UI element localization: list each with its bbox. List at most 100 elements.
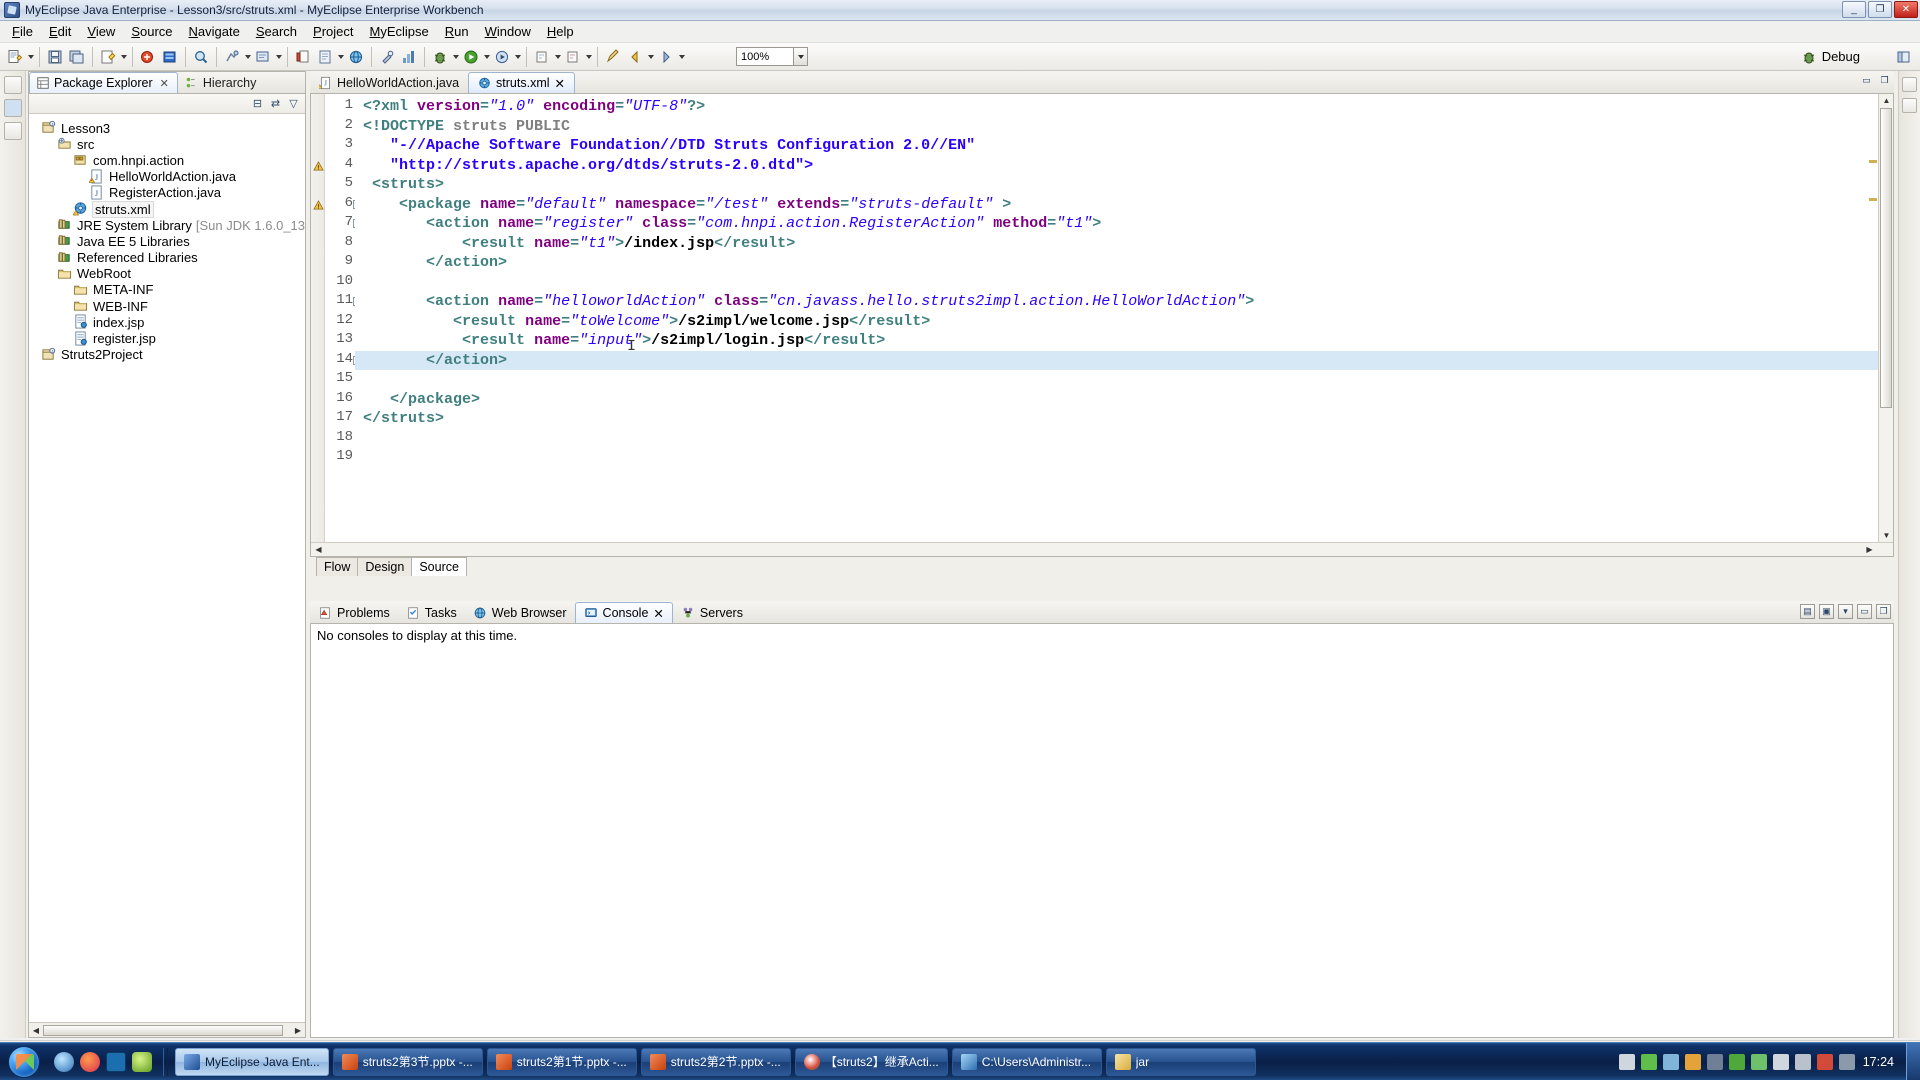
- code-line[interactable]: <action name="register" class="com.hnpi.…: [363, 214, 1101, 234]
- scroll-right-icon[interactable]: ▶: [291, 1024, 305, 1037]
- code-line[interactable]: <result name="t1">/index.jsp</result>: [363, 234, 795, 254]
- menu-file[interactable]: File: [4, 22, 41, 41]
- code-line[interactable]: "http://struts.apache.org/dtds/struts-2.…: [363, 156, 813, 176]
- scroll-up-icon[interactable]: ▲: [1879, 94, 1893, 107]
- last-edit-location-icon[interactable]: [602, 46, 624, 68]
- back-icon[interactable]: [624, 46, 646, 68]
- menu-navigate[interactable]: Navigate: [181, 22, 248, 41]
- code-line[interactable]: </struts>: [363, 409, 444, 429]
- zoom-level-input[interactable]: 100%: [736, 47, 794, 66]
- editor-horizontal-scrollbar[interactable]: ◀ ▶: [311, 542, 1893, 556]
- menu-edit[interactable]: Edit: [41, 22, 79, 41]
- menu-source[interactable]: Source: [123, 22, 180, 41]
- battery-icon[interactable]: [1640, 1053, 1657, 1070]
- next-annotation-dropdown-icon[interactable]: [553, 46, 562, 68]
- internet-explorer-icon[interactable]: [54, 1051, 74, 1072]
- tree-item-index-jsp[interactable]: index.jsp: [29, 314, 305, 330]
- photoshop-icon[interactable]: [106, 1051, 126, 1072]
- open-type-dropdown-icon[interactable]: [243, 46, 252, 68]
- minimize-button[interactable]: _: [1842, 1, 1866, 18]
- display-selected-console-icon[interactable]: ▣: [1819, 604, 1834, 619]
- forward-icon[interactable]: [655, 46, 677, 68]
- close-icon[interactable]: ✕: [555, 76, 565, 91]
- previous-annotation-dropdown-icon[interactable]: [584, 46, 593, 68]
- link-with-editor-icon[interactable]: ⇄: [268, 96, 283, 111]
- debug-run-icon[interactable]: [429, 46, 451, 68]
- tree-item-referenced-libraries[interactable]: Referenced Libraries: [29, 250, 305, 266]
- db-dropdown-icon[interactable]: [336, 46, 345, 68]
- outline-view-icon[interactable]: [1902, 77, 1917, 92]
- run-as-dropdown-icon[interactable]: [513, 46, 522, 68]
- build-icon[interactable]: [292, 46, 314, 68]
- taskbar-item[interactable]: struts2第1节.pptx -...: [486, 1047, 637, 1076]
- debug-dropdown-icon[interactable]: [451, 46, 460, 68]
- editor-tab-helloworldaction[interactable]: J HelloWorldAction.java: [310, 72, 468, 93]
- code-line[interactable]: <struts>: [363, 175, 444, 195]
- new-wizard-dropdown-icon[interactable]: [26, 46, 35, 68]
- console-tab-console[interactable]: Console ✕: [574, 602, 673, 623]
- open-console-icon[interactable]: ▤: [1800, 604, 1815, 619]
- maximize-console-icon[interactable]: ❐: [1876, 604, 1891, 619]
- perspective-switcher[interactable]: [1896, 49, 1912, 65]
- console-tab-problems[interactable]: Problems: [310, 602, 398, 623]
- input-method-icon[interactable]: [1838, 1053, 1855, 1070]
- tab-package-explorer[interactable]: Package Explorer ✕: [29, 72, 178, 93]
- editor-tab-struts-xml[interactable]: struts.xml ✕: [468, 72, 576, 93]
- menu-myeclipse[interactable]: MyEclipse: [362, 22, 437, 41]
- debug-perspective-button[interactable]: Debug: [1801, 49, 1860, 65]
- new-project-icon[interactable]: [97, 46, 119, 68]
- tree-item-struts-xml[interactable]: struts.xml: [29, 200, 305, 218]
- tab-hierarchy[interactable]: Hierarchy: [178, 72, 266, 93]
- new-wizard-icon[interactable]: [4, 46, 26, 68]
- run-dropdown-icon[interactable]: [482, 46, 491, 68]
- save-icon[interactable]: [44, 46, 66, 68]
- profile-icon[interactable]: [398, 46, 420, 68]
- history-dropdown-icon[interactable]: [274, 46, 283, 68]
- run-icon[interactable]: [460, 46, 482, 68]
- console-tab-servers[interactable]: Servers: [673, 602, 751, 623]
- pin-console-icon[interactable]: ▾: [1838, 604, 1853, 619]
- volume-icon[interactable]: [1772, 1053, 1789, 1070]
- taskbar-item[interactable]: jar: [1105, 1047, 1256, 1076]
- outline-fastview-icon[interactable]: [3, 122, 22, 140]
- scroll-left-icon[interactable]: ◀: [29, 1024, 43, 1037]
- taskbar-item[interactable]: 【struts2】继承Acti...: [794, 1047, 948, 1076]
- taskbar-item[interactable]: struts2第2节.pptx -...: [640, 1047, 791, 1076]
- editor-code-area[interactable]: I <?xml version="1.0" encoding="UTF-8"?>…: [355, 94, 1893, 556]
- menu-run[interactable]: Run: [437, 22, 477, 41]
- tree-item-register-jsp[interactable]: register.jsp: [29, 330, 305, 346]
- deploy-icon[interactable]: [137, 46, 159, 68]
- code-line[interactable]: <result name="input">/s2impl/login.jsp</…: [363, 331, 885, 351]
- restore-view-icon[interactable]: [3, 76, 22, 94]
- zoom-dropdown-icon[interactable]: [794, 47, 808, 66]
- editor-page-tab-source[interactable]: Source: [411, 557, 467, 576]
- editor-annotation-ruler[interactable]: [311, 94, 325, 556]
- previous-annotation-icon[interactable]: [562, 46, 584, 68]
- taskbar-item[interactable]: struts2第3节.pptx -...: [332, 1047, 483, 1076]
- scroll-down-icon[interactable]: ▼: [1879, 529, 1893, 542]
- network-icon[interactable]: [1706, 1053, 1723, 1070]
- code-line[interactable]: </package>: [363, 390, 480, 410]
- server-icon[interactable]: [159, 46, 181, 68]
- menu-window[interactable]: Window: [477, 22, 539, 41]
- update-icon[interactable]: [1728, 1053, 1745, 1070]
- scroll-left-icon[interactable]: ◀: [311, 543, 326, 556]
- run-as-icon[interactable]: [491, 46, 513, 68]
- menu-search[interactable]: Search: [248, 22, 305, 41]
- new-project-dropdown-icon[interactable]: [119, 46, 128, 68]
- tree-item-helloworldaction-java[interactable]: J HelloWorldAction.java: [29, 169, 305, 185]
- close-icon[interactable]: ✕: [653, 606, 663, 621]
- snippets-view-icon[interactable]: [1902, 98, 1917, 113]
- keyboard-icon[interactable]: [1618, 1053, 1635, 1070]
- tree-item-src[interactable]: src: [29, 136, 305, 152]
- tree-item-struts2project[interactable]: J Struts2Project: [29, 347, 305, 363]
- tree-item-lesson3[interactable]: J Lesson3: [29, 120, 305, 136]
- search-icon[interactable]: [190, 46, 212, 68]
- next-annotation-icon[interactable]: [531, 46, 553, 68]
- code-line[interactable]: <package name="default" namespace="/test…: [363, 195, 1011, 215]
- code-line[interactable]: <action name="helloworldAction" class="c…: [363, 292, 1254, 312]
- tree-item-java-ee-5-libraries[interactable]: Java EE 5 Libraries: [29, 233, 305, 249]
- maximize-editor-icon[interactable]: ❐: [1878, 74, 1891, 87]
- code-line[interactable]: "-//Apache Software Foundation//DTD Stru…: [363, 136, 975, 156]
- menu-help[interactable]: Help: [539, 22, 582, 41]
